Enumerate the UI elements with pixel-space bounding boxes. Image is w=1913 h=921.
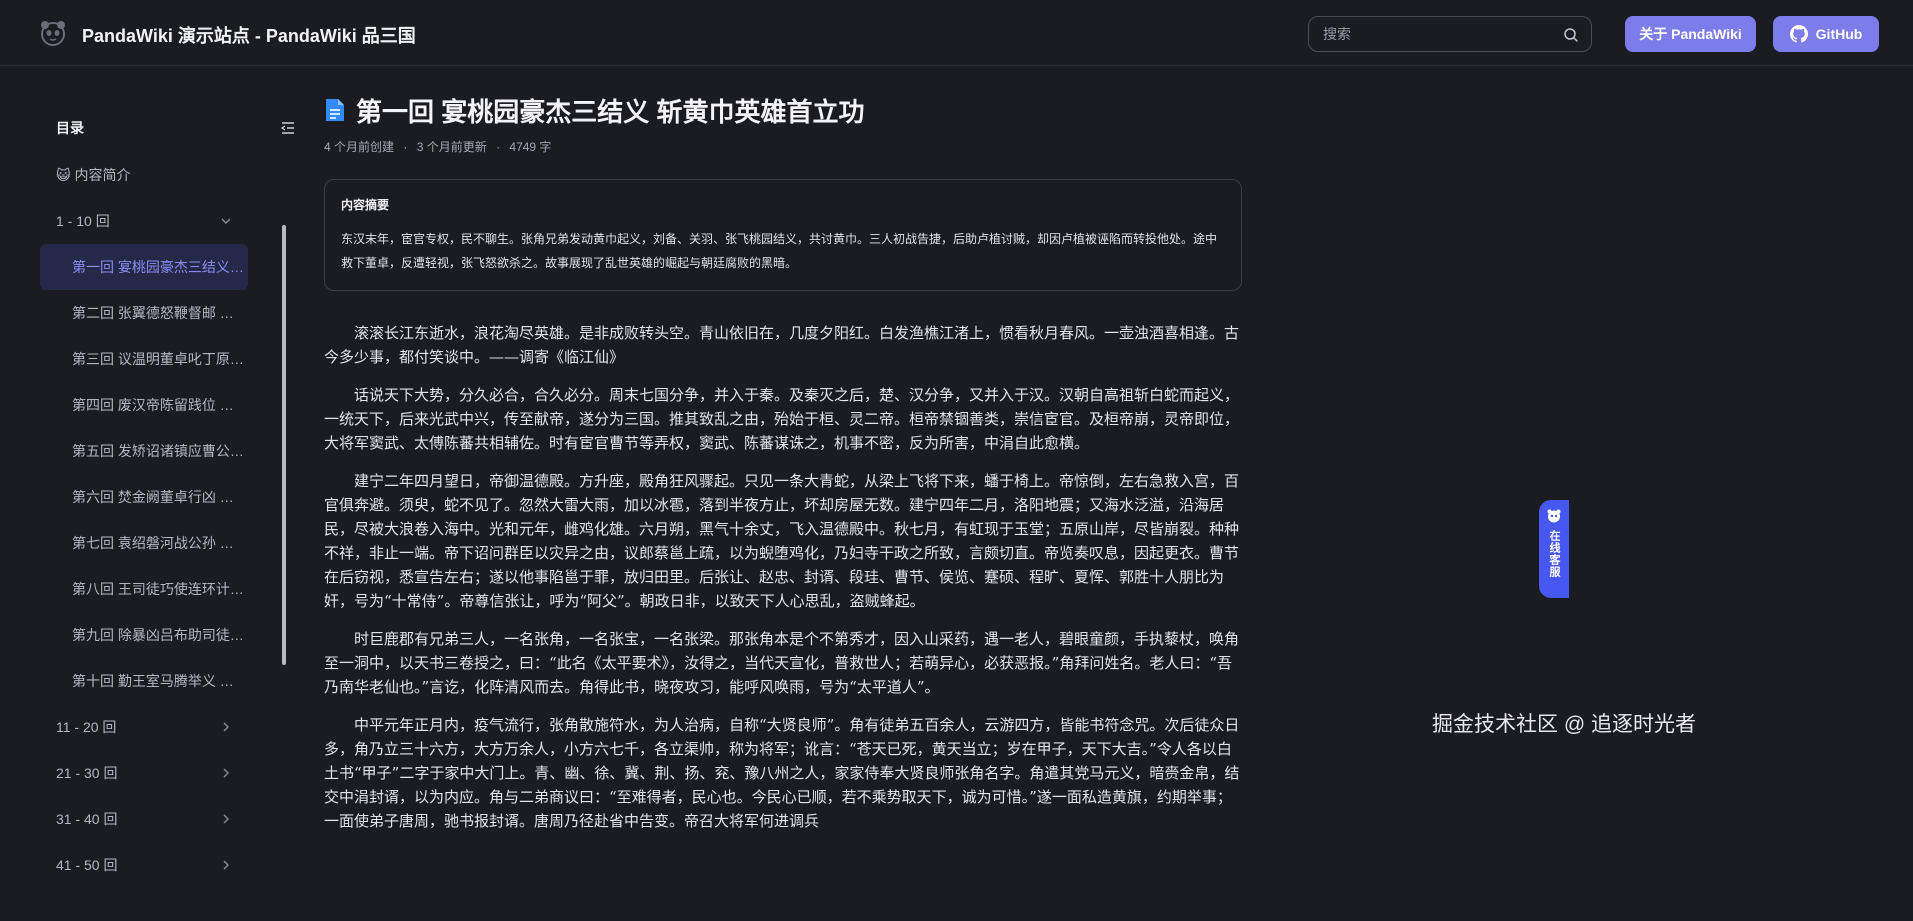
article-body: 滚滚长江东逝水，浪花淘尽英雄。是非成败转头空。青山依旧在，几度夕阳红。白发渔樵江… xyxy=(324,321,1244,833)
toc-group-11-20[interactable]: 11 - 20 回 xyxy=(40,704,296,750)
panda-logo-icon[interactable] xyxy=(38,18,68,48)
toc-item-chapter-7[interactable]: 第七回 袁绍磐河战公孙 孙坚跨江击刘表 xyxy=(40,520,296,566)
online-service-button[interactable]: 在线客服 xyxy=(1539,500,1569,598)
toc-scrollbar[interactable] xyxy=(282,225,286,665)
toc-group-21-30[interactable]: 21 - 30 回 xyxy=(40,750,296,796)
toc-item-chapter-6[interactable]: 第六回 焚金阙董卓行凶 匿玉玺孙坚背约 xyxy=(40,474,296,520)
toc-item-chapter-1[interactable]: 第一回 宴桃园豪杰三结义 斩黄巾英雄首立功 xyxy=(40,244,248,290)
page-title: 第一回 宴桃园豪杰三结义 斩黄巾英雄首立功 xyxy=(356,96,865,127)
chevron-right-icon xyxy=(223,860,229,870)
chevron-right-icon xyxy=(223,722,229,732)
github-label: GitHub xyxy=(1815,26,1863,42)
article-paragraph: 滚滚长江东逝水，浪花淘尽英雄。是非成败转头空。青山依旧在，几度夕阳红。白发渔樵江… xyxy=(324,324,1240,366)
toc-group-1-10[interactable]: 1 - 10 回 xyxy=(40,198,296,244)
toc-sidebar: 目录 😺 内容简介 1 - 10 回 第一回 宴桃园豪杰三结义 斩黄巾英雄首立功… xyxy=(40,100,300,921)
doc-title-row: 第一回 宴桃园豪杰三结义 斩黄巾英雄首立功 xyxy=(324,90,1244,130)
article-paragraph: 时巨鹿郡有兄弟三人，一名张角，一名张宝，一名张梁。那张角本是个不第秀才，因入山采… xyxy=(324,630,1240,696)
site-title[interactable]: PandaWiki 演示站点 - PandaWiki 品三国 xyxy=(82,22,416,48)
search-icon[interactable] xyxy=(1563,27,1579,43)
toc-group-label: 11 - 20 回 xyxy=(56,719,117,735)
chevron-right-icon xyxy=(223,768,229,778)
github-button[interactable]: GitHub xyxy=(1773,16,1879,52)
toc-item-chapter-5[interactable]: 第五回 发矫诏诸镇应曹公 破关兵三英战吕布 xyxy=(40,428,296,474)
toc-list: 😺 内容简介 1 - 10 回 第一回 宴桃园豪杰三结义 斩黄巾英雄首立功 第二… xyxy=(40,152,296,888)
toc-item-label: 第五回 发矫诏诸镇应曹公 破关兵三英战吕布 xyxy=(72,443,244,459)
about-pandawiki-button[interactable]: 关于 PandaWiki xyxy=(1625,16,1756,52)
toc-header: 目录 xyxy=(56,118,296,138)
meta-separator: · xyxy=(496,140,501,154)
about-pandawiki-label: 关于 PandaWiki xyxy=(1639,26,1742,42)
created-time: 4 个月前创建 xyxy=(324,140,395,154)
summary-text: 东汉末年，宦官专权，民不聊生。张角兄弟发动黄巾起义，刘备、关羽、张飞桃园结义，共… xyxy=(341,232,1218,270)
chevron-down-icon xyxy=(221,218,231,224)
meta-separator: · xyxy=(403,140,408,154)
toc-item-chapter-10[interactable]: 第十回 勤王室马腾举义 报父仇曹操兴师 xyxy=(40,658,296,704)
toc-item-label: 第四回 废汉帝陈留践位 谋董贼孟德献刀 xyxy=(72,397,244,413)
toc-item-label: 第一回 宴桃园豪杰三结义 斩黄巾英雄首立功 xyxy=(72,259,244,275)
toc-item-label: 第三回 议温明董卓叱丁原 馈金珠李肃说吕布 xyxy=(72,351,244,367)
search-box[interactable] xyxy=(1308,16,1592,52)
toc-item-intro[interactable]: 😺 内容简介 xyxy=(40,152,296,198)
toc-item-label: 😺 内容简介 xyxy=(56,167,131,183)
github-icon xyxy=(1789,25,1808,43)
toc-item-label: 第九回 除暴凶吕布助司徒 犯长安李傕听贾诩 xyxy=(72,627,244,643)
document-icon xyxy=(326,99,344,121)
toc-item-label: 第十回 勤王室马腾举义 报父仇曹操兴师 xyxy=(72,673,244,689)
online-service-label: 在线客服 xyxy=(1548,530,1560,578)
toc-item-label: 第七回 袁绍磐河战公孙 孙坚跨江击刘表 xyxy=(72,535,244,551)
document-main: 第一回 宴桃园豪杰三结义 斩黄巾英雄首立功 4 个月前创建 · 3 个月前更新 … xyxy=(324,90,1244,847)
toc-item-chapter-8[interactable]: 第八回 王司徒巧使连环计 董太师大闹凤仪亭 xyxy=(40,566,296,612)
chevron-right-icon xyxy=(223,814,229,824)
toc-item-label: 第二回 张翼德怒鞭督邮 何国舅谋诛宦竖 xyxy=(72,305,244,321)
toc-item-chapter-4[interactable]: 第四回 废汉帝陈留践位 谋董贼孟德献刀 xyxy=(40,382,296,428)
toc-group-label: 1 - 10 回 xyxy=(56,213,110,229)
toc-item-label: 第八回 王司徒巧使连环计 董太师大闹凤仪亭 xyxy=(72,581,244,597)
word-count: 4749 字 xyxy=(509,140,552,154)
toc-group-41-50[interactable]: 41 - 50 回 xyxy=(40,842,296,888)
article-paragraph: 建宁二年四月望日，帝御温德殿。方升座，殿角狂风骤起。只见一条大青蛇，从梁上飞将下… xyxy=(324,472,1240,610)
updated-time: 3 个月前更新 xyxy=(416,140,487,154)
toc-group-label: 41 - 50 回 xyxy=(56,857,118,873)
toc-group-label: 21 - 30 回 xyxy=(56,765,118,781)
summary-card: 内容摘要 东汉末年，宦官专权，民不聊生。张角兄弟发动黄巾起义，刘备、关羽、张飞桃… xyxy=(324,179,1242,291)
toc-item-chapter-3[interactable]: 第三回 议温明董卓叱丁原 馈金珠李肃说吕布 xyxy=(40,336,296,382)
watermark-text: 掘金技术社区 @ 追逐时光者 xyxy=(1432,713,1696,736)
toc-group-label: 31 - 40 回 xyxy=(56,811,118,827)
toc-item-chapter-9[interactable]: 第九回 除暴凶吕布助司徒 犯长安李傕听贾诩 xyxy=(40,612,296,658)
article-paragraph: 话说天下大势，分久必合，合久必分。周末七国分争，并入于秦。及秦灭之后，楚、汉分争… xyxy=(324,386,1240,452)
toc-collapse-icon[interactable] xyxy=(280,120,296,136)
toc-group-31-40[interactable]: 31 - 40 回 xyxy=(40,796,296,842)
toc-item-chapter-2[interactable]: 第二回 张翼德怒鞭督邮 何国舅谋诛宦竖 xyxy=(40,290,296,336)
doc-meta: 4 个月前创建 · 3 个月前更新 · 4749 字 xyxy=(324,138,1244,155)
top-header: PandaWiki 演示站点 - PandaWiki 品三国 关于 PandaW… xyxy=(0,0,1913,66)
panda-service-icon xyxy=(1547,509,1561,523)
toc-item-label: 第六回 焚金阙董卓行凶 匿玉玺孙坚背约 xyxy=(72,489,244,505)
search-input[interactable] xyxy=(1321,17,1551,51)
summary-title: 内容摘要 xyxy=(341,198,390,212)
article-paragraph: 中平元年正月内，疫气流行，张角散施符水，为人治病，自称“大贤良师”。角有徒弟五百… xyxy=(324,716,1240,830)
toc-title: 目录 xyxy=(56,120,84,136)
